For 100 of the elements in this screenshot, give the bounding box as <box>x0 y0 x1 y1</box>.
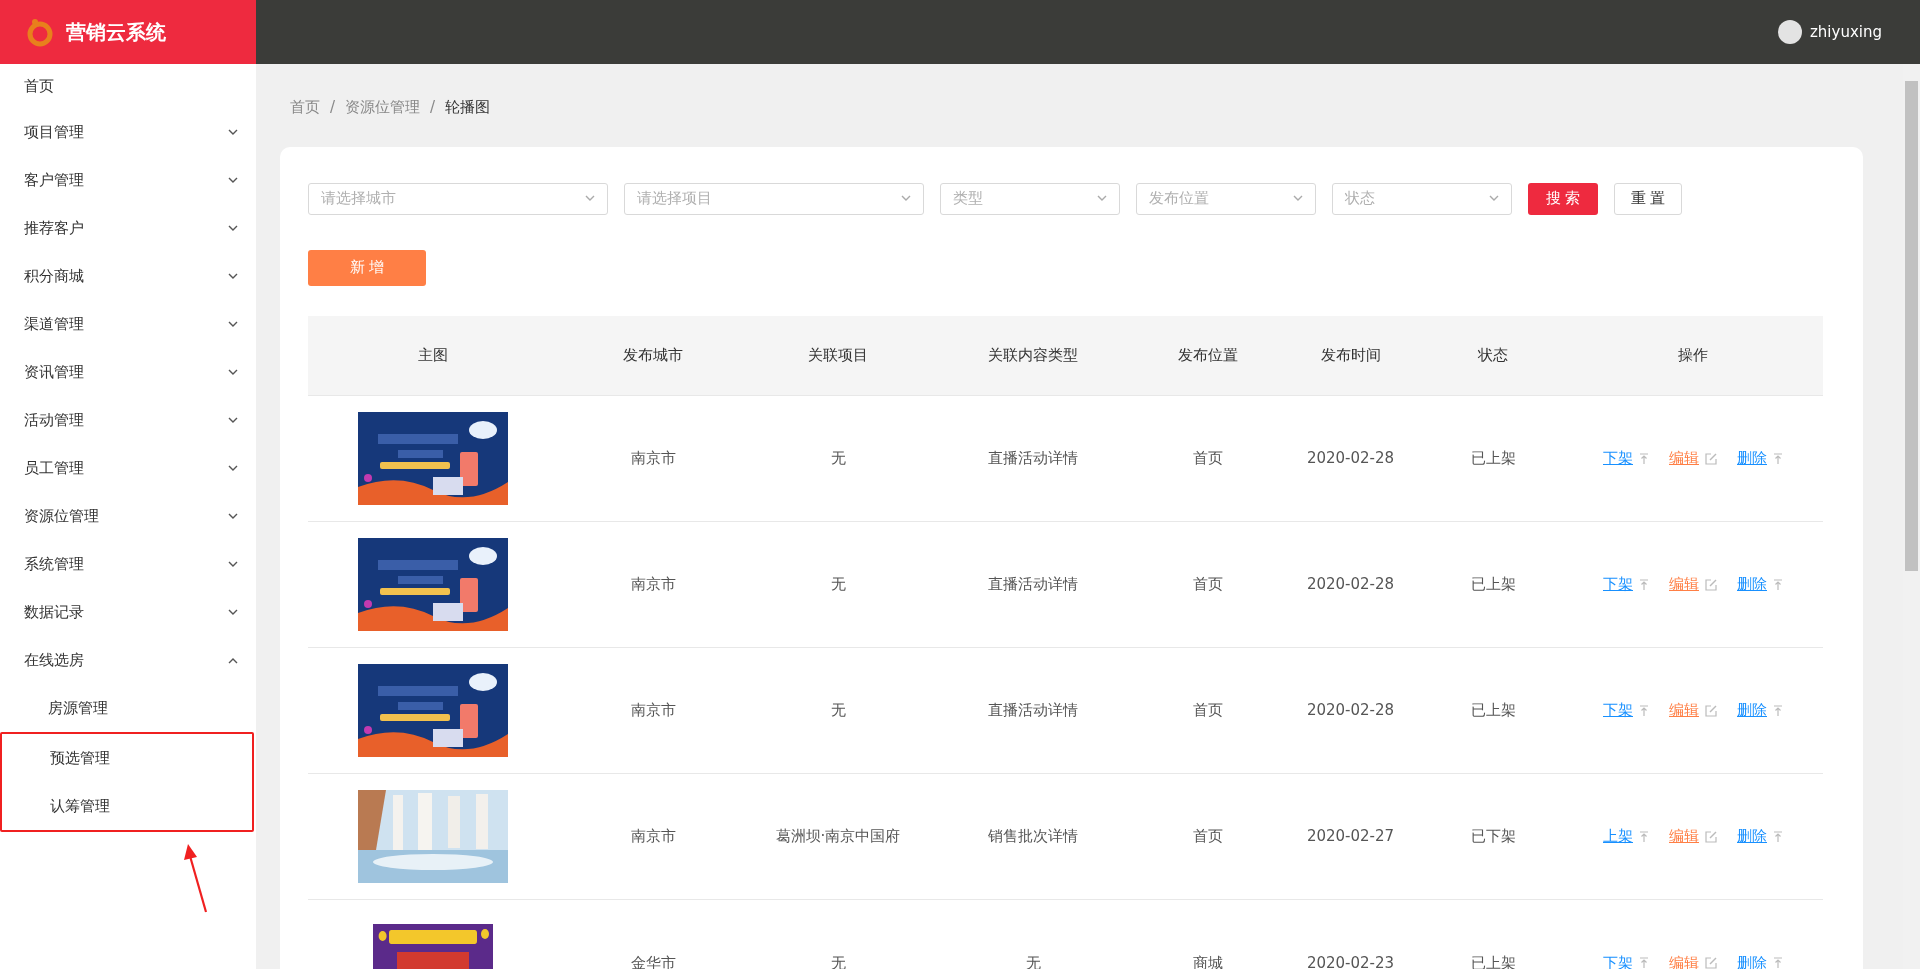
publish-toggle-link[interactable]: 上架 <box>1603 825 1649 848</box>
delete-link[interactable]: 删除 <box>1737 573 1783 596</box>
arrow-up-icon <box>1773 957 1783 969</box>
edit-icon <box>1705 830 1717 843</box>
select-field[interactable]: 状态 <box>1332 182 1512 215</box>
search-button[interactable]: 搜 索 <box>1528 182 1598 215</box>
table-cell: 2020-02-28 <box>1306 575 1395 594</box>
edit-link[interactable]: 编辑 <box>1669 573 1717 596</box>
select-field[interactable]: 请选择城市 <box>308 182 608 215</box>
sidebar-item[interactable]: 资讯管理 <box>0 348 256 396</box>
column-header: 状态 <box>1423 315 1563 396</box>
status-text: 已上架 <box>1470 575 1516 594</box>
column-header: 发布位置 <box>1138 315 1278 396</box>
arrow-up-icon <box>1639 705 1649 716</box>
arrow-up-icon <box>1773 579 1783 590</box>
delete-link[interactable]: 删除 <box>1737 825 1783 848</box>
table-cell: 销售批次详情 <box>988 827 1078 846</box>
column-header: 关联内容类型 <box>928 315 1138 396</box>
arrow-up-icon <box>1773 453 1783 464</box>
sidebar-subitem[interactable]: 房源管理 <box>0 684 256 732</box>
status-text: 已上架 <box>1470 449 1516 468</box>
sidebar-item[interactable]: 活动管理 <box>0 396 256 444</box>
table-cell: 南京市 <box>630 701 676 720</box>
dropdown-icon <box>585 195 595 202</box>
table-cell: 首页 <box>1193 701 1223 720</box>
column-header: 主图 <box>308 315 558 396</box>
add-button[interactable]: 新 增 <box>308 249 426 286</box>
table-cell: 直播活动详情 <box>988 449 1078 468</box>
reset-button[interactable]: 重 置 <box>1614 182 1682 215</box>
edit-link[interactable]: 编辑 <box>1669 951 1717 969</box>
sidebar-subitem[interactable]: 预选管理 <box>2 734 252 782</box>
breadcrumb-item[interactable]: 资源位管理 <box>345 96 421 119</box>
arrow-up-icon <box>1639 957 1649 969</box>
table-cell: 2020-02-23 <box>1306 953 1395 969</box>
dropdown-icon <box>1097 195 1107 202</box>
arrow-up-icon <box>1773 705 1783 716</box>
user-name[interactable]: zhiyuxing <box>1810 20 1882 44</box>
table-cell: 南京市 <box>630 827 676 846</box>
table-cell: 首页 <box>1193 449 1223 468</box>
table-cell: 南京市 <box>630 575 676 594</box>
edit-icon <box>1705 956 1717 969</box>
arrow-up-icon <box>1639 831 1649 842</box>
logo-icon <box>26 17 54 47</box>
edit-icon <box>1705 452 1717 465</box>
edit-link[interactable]: 编辑 <box>1669 447 1717 470</box>
sidebar-item[interactable]: 员工管理 <box>0 444 256 492</box>
select-field[interactable]: 请选择项目 <box>624 182 924 215</box>
avatar[interactable] <box>1778 20 1802 44</box>
table-cell: 无 <box>830 575 846 594</box>
column-header: 操作 <box>1563 315 1823 396</box>
sidebar-item[interactable]: 在线选房 <box>0 636 256 684</box>
table-cell: 2020-02-28 <box>1306 449 1395 468</box>
sidebar-item[interactable]: 推荐客户 <box>0 204 256 252</box>
breadcrumb-item: 轮播图 <box>445 97 491 118</box>
column-header: 发布城市 <box>558 315 748 396</box>
table-cell: 首页 <box>1193 827 1223 846</box>
table-cell: 无 <box>830 701 846 720</box>
scroll-thumb[interactable] <box>1905 81 1918 571</box>
edit-icon <box>1705 704 1717 717</box>
table-cell: 商城 <box>1193 953 1223 969</box>
arrow-up-icon <box>1639 453 1649 464</box>
sidebar-item[interactable]: 积分商城 <box>0 252 256 300</box>
publish-toggle-link[interactable]: 下架 <box>1603 573 1649 596</box>
table-cell: 直播活动详情 <box>988 701 1078 720</box>
sidebar-subitem[interactable]: 认筹管理 <box>2 782 252 830</box>
arrow-up-icon <box>1773 831 1783 842</box>
edit-link[interactable]: 编辑 <box>1669 825 1717 848</box>
table-cell: 金华市 <box>630 953 676 969</box>
sidebar-item[interactable]: 数据记录 <box>0 588 256 636</box>
table-cell: 2020-02-28 <box>1306 701 1395 720</box>
edit-icon <box>1705 578 1717 591</box>
breadcrumb-separator: / <box>430 97 436 118</box>
sidebar-item[interactable]: 客户管理 <box>0 156 256 204</box>
table-cell: 南京市 <box>630 449 676 468</box>
arrow-up-icon <box>1639 579 1649 590</box>
sidebar-item[interactable]: 渠道管理 <box>0 300 256 348</box>
table-cell: 2020-02-27 <box>1306 827 1395 846</box>
sidebar-item[interactable]: 项目管理 <box>0 108 256 156</box>
publish-toggle-link[interactable]: 下架 <box>1603 699 1649 722</box>
delete-link[interactable]: 删除 <box>1737 951 1783 969</box>
sidebar-item[interactable]: 系统管理 <box>0 540 256 588</box>
status-text: 已上架 <box>1470 701 1516 720</box>
select-field[interactable]: 发布位置 <box>1136 182 1316 215</box>
table-cell: 无 <box>1025 953 1041 969</box>
sidebar-item[interactable]: 资源位管理 <box>0 492 256 540</box>
publish-toggle-link[interactable]: 下架 <box>1603 951 1649 969</box>
edit-link[interactable]: 编辑 <box>1669 699 1717 722</box>
breadcrumb-separator: / <box>330 97 336 118</box>
breadcrumb-item[interactable]: 首页 <box>290 96 320 119</box>
select-field[interactable]: 类型 <box>940 182 1120 215</box>
status-text: 已上架 <box>1470 953 1516 969</box>
delete-link[interactable]: 删除 <box>1737 447 1783 470</box>
table-cell: 无 <box>830 953 846 969</box>
column-header: 关联项目 <box>748 315 928 396</box>
table-cell: 首页 <box>1193 575 1223 594</box>
publish-toggle-link[interactable]: 下架 <box>1603 447 1649 470</box>
table-cell: 葛洲坝·南京中国府 <box>775 827 901 846</box>
delete-link[interactable]: 删除 <box>1737 699 1783 722</box>
sidebar-item[interactable]: 首页 <box>0 64 256 108</box>
column-header: 发布时间 <box>1278 315 1423 396</box>
